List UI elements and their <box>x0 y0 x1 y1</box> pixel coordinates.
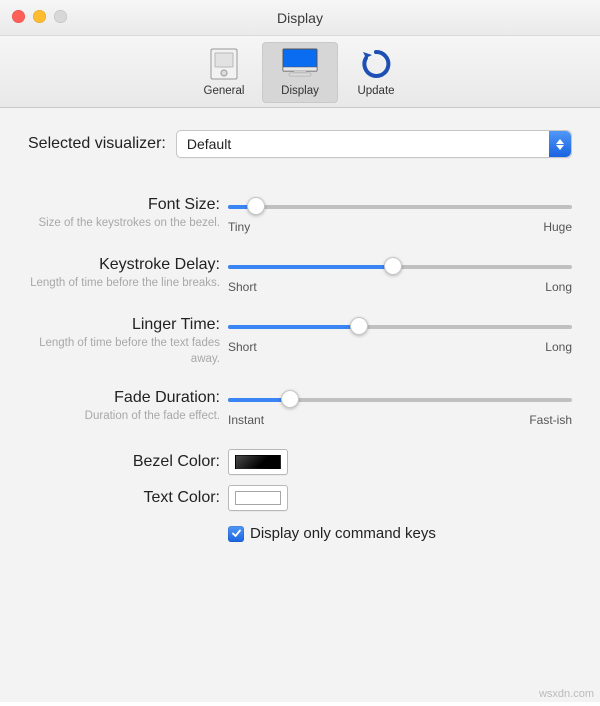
linger-time-row: Linger Time: Length of time before the t… <box>28 316 572 367</box>
font-size-help: Size of the keystrokes on the bezel. <box>28 216 220 232</box>
visualizer-label: Selected visualizer: <box>28 135 166 153</box>
keystroke-delay-row: Keystroke Delay: Length of time before t… <box>28 256 572 294</box>
command-keys-label: Display only command keys <box>250 525 436 542</box>
fade-duration-slider[interactable] <box>228 391 572 409</box>
linger-time-help: Length of time before the text fades awa… <box>28 336 220 367</box>
close-button[interactable] <box>12 10 25 23</box>
update-icon <box>338 46 414 82</box>
fade-duration-row: Fade Duration: Duration of the fade effe… <box>28 389 572 427</box>
text-color-label: Text Color: <box>28 489 220 507</box>
slider-left-label: Instant <box>228 413 264 427</box>
tab-label: Display <box>262 85 338 97</box>
keystroke-delay-slider[interactable] <box>228 258 572 276</box>
general-icon <box>186 46 262 82</box>
fade-duration-help: Duration of the fade effect. <box>28 409 220 425</box>
visualizer-select[interactable]: Default <box>176 130 572 158</box>
zoom-button[interactable] <box>54 10 67 23</box>
slider-right-label: Huge <box>543 220 572 234</box>
slider-right-label: Long <box>545 280 572 294</box>
window-title: Display <box>277 10 323 26</box>
text-color-picker[interactable] <box>228 485 288 511</box>
tab-label: Update <box>338 85 414 97</box>
watermark: wsxdn.com <box>539 688 594 700</box>
font-size-slider[interactable] <box>228 198 572 216</box>
bezel-color-swatch <box>235 455 281 469</box>
visualizer-value: Default <box>187 136 231 152</box>
bezel-color-picker[interactable] <box>228 449 288 475</box>
font-size-label: Font Size: <box>28 196 220 214</box>
tab-display[interactable]: Display <box>262 42 338 103</box>
fade-duration-label: Fade Duration: <box>28 389 220 407</box>
slider-right-label: Long <box>545 340 572 354</box>
command-keys-checkbox[interactable] <box>228 526 244 542</box>
font-size-row: Font Size: Size of the keystrokes on the… <box>28 196 572 234</box>
content-pane: Selected visualizer: Default Font Size: … <box>0 108 600 702</box>
text-color-swatch <box>235 491 281 505</box>
window-controls <box>12 10 67 23</box>
tab-general[interactable]: General <box>186 42 262 103</box>
tab-label: General <box>186 85 262 97</box>
minimize-button[interactable] <box>33 10 46 23</box>
display-icon <box>262 46 338 82</box>
linger-time-slider[interactable] <box>228 318 572 336</box>
tab-update[interactable]: Update <box>338 42 414 103</box>
keystroke-delay-label: Keystroke Delay: <box>28 256 220 274</box>
slider-left-label: Short <box>228 340 257 354</box>
keystroke-delay-help: Length of time before the line breaks. <box>28 276 220 292</box>
chevron-up-down-icon <box>549 131 571 157</box>
linger-time-label: Linger Time: <box>28 316 220 334</box>
slider-left-label: Tiny <box>228 220 250 234</box>
titlebar: Display <box>0 0 600 36</box>
bezel-color-row: Bezel Color: <box>28 449 572 475</box>
command-keys-row: Display only command keys <box>228 525 572 542</box>
text-color-row: Text Color: <box>28 485 572 511</box>
visualizer-row: Selected visualizer: Default <box>28 130 572 158</box>
bezel-color-label: Bezel Color: <box>28 453 220 471</box>
slider-left-label: Short <box>228 280 257 294</box>
toolbar: General Display Update <box>0 36 600 108</box>
slider-right-label: Fast-ish <box>529 413 572 427</box>
preferences-window: Display General Display <box>0 0 600 706</box>
